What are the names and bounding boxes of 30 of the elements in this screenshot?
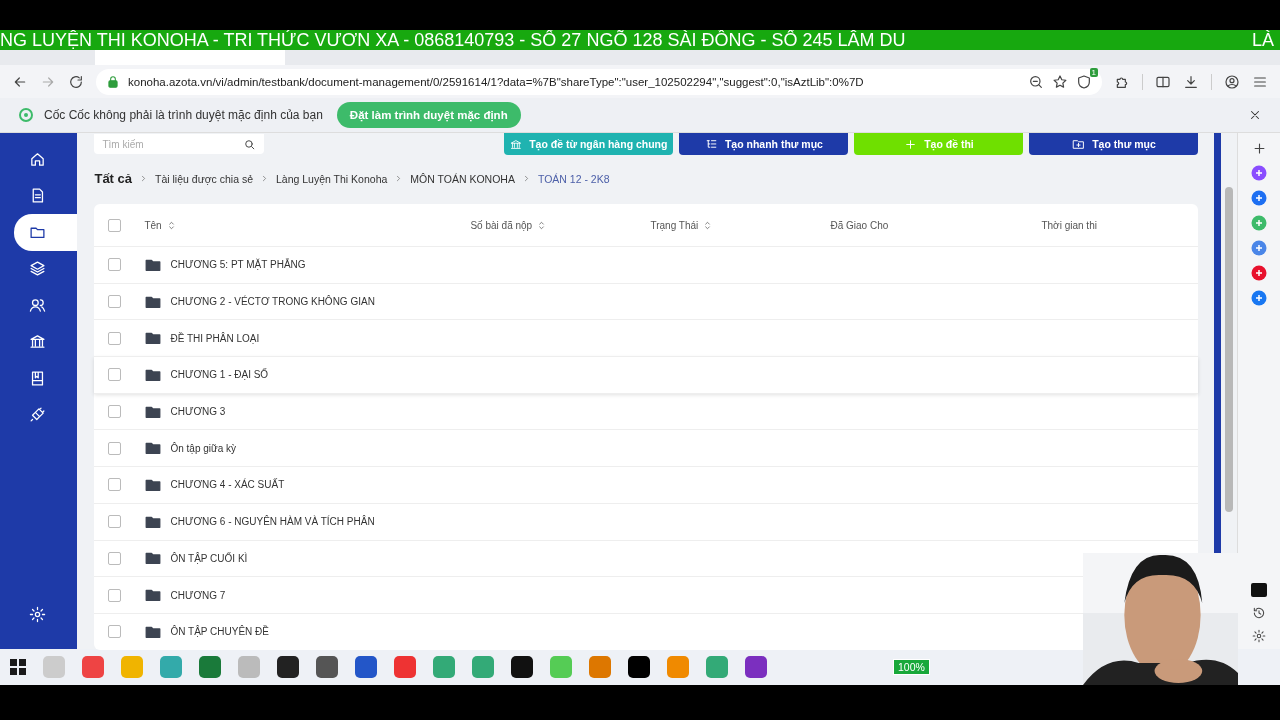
folder-name[interactable]: CHƯƠNG 5: PT MẶT PHẲNG	[170, 259, 306, 271]
address-field[interactable]: konoha.azota.vn/vi/admin/testbank/document-management/0/2591614/1?data=%7B"shareType":"user_102502294","suggest":0,"isAztLib":0%7D 1	[96, 68, 1102, 95]
column-header: Số bài đã nộp	[470, 219, 533, 231]
folder-name[interactable]: CHƯƠNG 3	[170, 406, 226, 418]
folder-name[interactable]: CHƯƠNG 4 - XÁC SUẤT	[170, 479, 285, 491]
ticker-text: NG LUYỆN THI KONOHA - TRI THỨC VƯƠN XA - 0868140793 - SỐ 27 NGÕ 128 SÀI ĐỒNG - SỐ 245 LÂM DU	[0, 30, 906, 50]
breadcrumb-link[interactable]: Tất cả	[94, 171, 133, 186]
toolbar-button[interactable]: Tạo thư mục	[1029, 133, 1199, 155]
column-header: Đã Giao Cho	[830, 219, 889, 231]
folder-name[interactable]: ÔN TẬP CUỐI KÌ	[170, 552, 248, 564]
folder-name[interactable]: ĐỀ THI PHÂN LOẠI	[170, 332, 260, 344]
search-field[interactable]: Tìm kiếm	[94, 134, 265, 154]
extension-badge: 1	[1089, 67, 1098, 77]
breadcrumb-link[interactable]: Tài liệu được chia sẻ	[155, 172, 253, 185]
column-header: Thời gian thi	[1041, 219, 1097, 231]
folder-name[interactable]: Ôn tập giữa kỳ	[170, 442, 237, 454]
folder-name[interactable]: ÔN TẬP CHUYÊN ĐỀ	[170, 626, 269, 638]
folder-name[interactable]: CHƯƠNG 7	[170, 589, 226, 601]
folder-name[interactable]: CHƯƠNG 1 - ĐẠI SỐ	[170, 369, 269, 381]
breadcrumb-link[interactable]: Làng Luyện Thi Konoha	[276, 172, 388, 185]
breadcrumb-link[interactable]: MÔN TOÁN KONOHA	[410, 172, 515, 185]
infobar-message: Cốc Cốc không phải là trình duyệt mặc định của bạn	[44, 108, 323, 122]
column-header: Trạng Thái	[650, 219, 699, 231]
column-header: Tên	[144, 219, 162, 231]
battery-percentage: 100%	[893, 659, 930, 675]
toolbar-button[interactable]: Tạo nhanh thư mục	[679, 133, 849, 155]
folder-name[interactable]: CHƯƠNG 6 - NGUYÊN HÀM VÀ TÍCH PHÂN	[170, 516, 375, 528]
breadcrumb-link[interactable]: TOÁN 12 - 2K8	[537, 172, 610, 185]
ticker-text: LÀ	[1251, 30, 1274, 50]
folder-name[interactable]: CHƯƠNG 2 - VÉCTƠ TRONG KHÔNG GIAN	[170, 296, 375, 308]
